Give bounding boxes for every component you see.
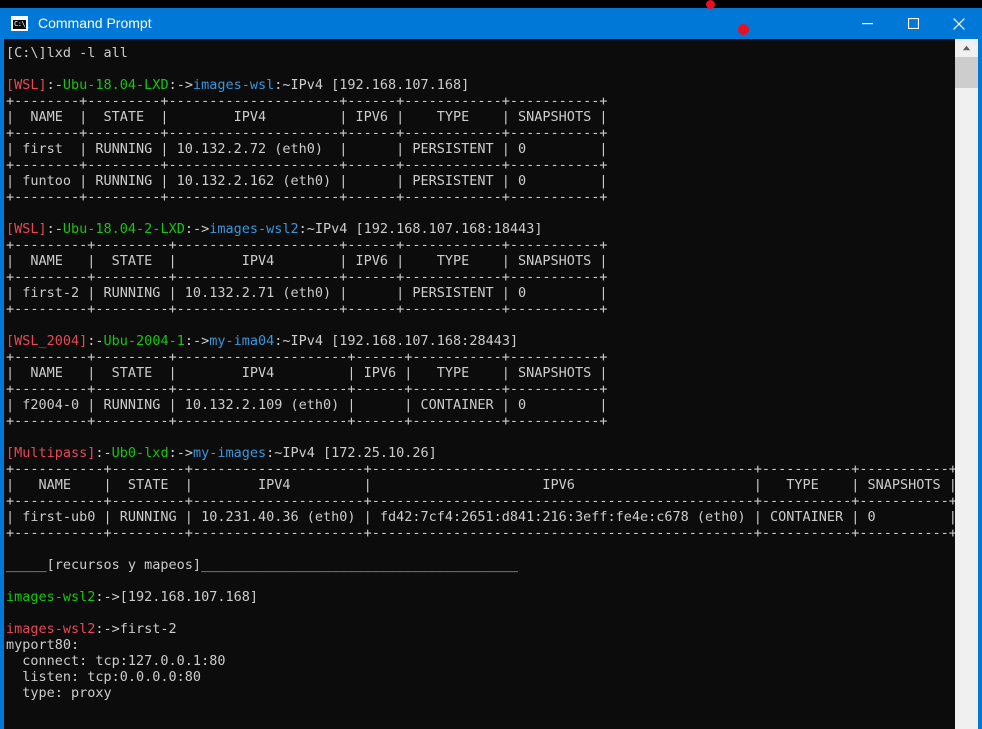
scroll-up-arrow-icon: [962, 45, 971, 51]
close-button[interactable]: [936, 8, 982, 39]
maximize-button[interactable]: [890, 8, 936, 39]
annotation-dot-top: [706, 0, 715, 9]
maximize-icon: [907, 18, 919, 29]
console-area: [C:\]lxd -l all [WSL]:-Ubu-18.04-LXD:->i…: [0, 39, 982, 729]
close-icon: [953, 17, 965, 30]
terminal-output-pane[interactable]: [C:\]lxd -l all [WSL]:-Ubu-18.04-LXD:->i…: [4, 39, 955, 729]
scrollbar-thumb[interactable]: [955, 57, 978, 88]
minimize-icon: [861, 23, 873, 25]
window-title: Command Prompt: [38, 15, 152, 31]
vertical-scrollbar[interactable]: [955, 39, 982, 729]
title-bar-left: C:\_ Command Prompt: [0, 8, 844, 39]
cmd-icon: C:\_: [11, 16, 29, 31]
terminal-text: [C:\]lxd -l all [WSL]:-Ubu-18.04-LXD:->i…: [6, 45, 955, 729]
annotation-dot-titlebar: [738, 24, 749, 35]
scroll-up-button[interactable]: [955, 39, 978, 57]
title-bar[interactable]: C:\_ Command Prompt: [0, 8, 982, 39]
command-prompt-window: C:\_ Command Prompt [C:\]lxd -l all [WSL…: [0, 0, 982, 729]
scrollbar-track[interactable]: [955, 88, 978, 729]
cmd-icon-glyph: C:\_: [14, 20, 29, 28]
minimize-button[interactable]: [844, 8, 890, 39]
window-left-border: [0, 39, 4, 729]
